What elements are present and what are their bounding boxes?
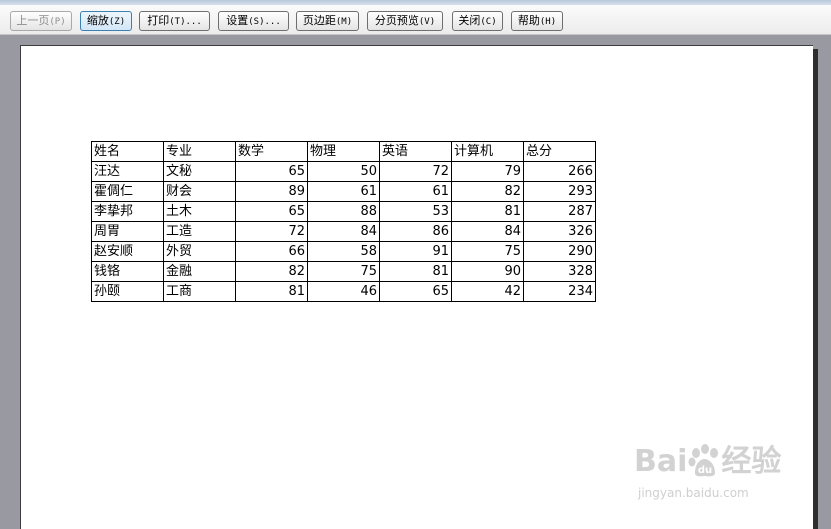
table-cell: 孙颐 (91, 281, 164, 302)
page-shadow (813, 49, 818, 529)
table-cell: 326 (523, 221, 596, 242)
table-row: 赵安顺 外贸 66 58 91 75 290 (91, 241, 596, 262)
table-cell: 72 (235, 221, 308, 242)
help-label: 帮助 (517, 14, 540, 27)
zoom-shortcut: (Z) (108, 17, 126, 27)
watermark-logo-text-left: Bai (634, 444, 688, 479)
table-cell: 金融 (163, 261, 236, 282)
table-cell: 46 (307, 281, 380, 302)
close-button[interactable]: 关闭(C) (452, 11, 503, 31)
table-cell: 84 (307, 221, 380, 242)
table-cell: 61 (307, 181, 380, 202)
table-cell: 81 (451, 201, 524, 222)
setup-button[interactable]: 设置(S)... (218, 11, 289, 31)
table-cell: 66 (235, 241, 308, 262)
close-label: 关闭 (458, 14, 481, 27)
table-cell: 土木 (163, 201, 236, 222)
table-row: 霍倜仁 财会 89 61 61 82 293 (91, 181, 596, 202)
table-cell: 42 (451, 281, 524, 302)
table-cell: 72 (379, 161, 452, 182)
table-cell: 65 (379, 281, 452, 302)
table-cell: 91 (379, 241, 452, 262)
table-cell: 汪达 (91, 161, 164, 182)
setup-label: 设置 (226, 14, 249, 27)
header-cell: 物理 (307, 141, 380, 162)
baidu-jingyan-watermark: Bai du 经验 jingyan.baidu.com (634, 436, 794, 506)
page-break-preview-shortcut: (V) (418, 17, 436, 27)
table-cell: 75 (451, 241, 524, 262)
table-cell: 293 (523, 181, 596, 202)
margins-shortcut: (M) (335, 17, 353, 27)
print-label: 打印 (147, 14, 170, 27)
table-header-row: 姓名 专业 数学 物理 英语 计算机 总分 (91, 141, 596, 162)
watermark-logo: Bai du 经验 (634, 436, 781, 480)
table-cell: 财会 (163, 181, 236, 202)
table-cell: 工造 (163, 221, 236, 242)
close-shortcut: (C) (480, 17, 497, 27)
print-button[interactable]: 打印(T)... (139, 11, 210, 31)
previous-page-label: 上一页 (16, 14, 50, 27)
table-cell: 文秘 (163, 161, 236, 182)
table-cell: 82 (451, 181, 524, 202)
table-cell: 钱铬 (91, 261, 164, 282)
table-cell: 290 (523, 241, 596, 262)
table-row: 孙颐 工商 81 46 65 42 234 (91, 281, 596, 302)
table-cell: 50 (307, 161, 380, 182)
zoom-label: 缩放 (86, 14, 109, 27)
data-table: 姓名 专业 数学 物理 英语 计算机 总分 汪达 文秘 65 50 72 79 … (91, 141, 596, 302)
header-cell: 数学 (235, 141, 308, 162)
table-cell: 75 (307, 261, 380, 282)
table-cell: 61 (379, 181, 452, 202)
table-row: 钱铬 金融 82 75 81 90 328 (91, 261, 596, 282)
table-cell: 81 (379, 261, 452, 282)
margins-button[interactable]: 页边距(M) (296, 11, 359, 31)
previous-page-shortcut: (P) (49, 17, 66, 27)
table-cell: 266 (523, 161, 596, 182)
page-break-preview-button[interactable]: 分页预览(V) (367, 11, 443, 31)
table-cell: 周胃 (91, 221, 164, 242)
previous-page-button[interactable]: 上一页(P) (10, 11, 72, 31)
table-cell: 90 (451, 261, 524, 282)
print-preview-toolbar: 上一页(P) 缩放(Z) 打印(T)... 设置(S)... 页边距(M) 分页… (0, 5, 831, 35)
table-cell: 外贸 (163, 241, 236, 262)
table-cell: 李挚邦 (91, 201, 164, 222)
header-cell: 英语 (379, 141, 452, 162)
table-cell: 赵安顺 (91, 241, 164, 262)
paw-icon: du (687, 443, 721, 477)
watermark-url: jingyan.baidu.com (638, 486, 749, 500)
table-cell: 81 (235, 281, 308, 302)
table-cell: 58 (307, 241, 380, 262)
table-cell: 84 (451, 221, 524, 242)
setup-shortcut: (S)... (248, 17, 281, 27)
table-row: 周胃 工造 72 84 86 84 326 (91, 221, 596, 242)
help-button[interactable]: 帮助(H) (511, 11, 563, 31)
table-cell: 65 (235, 201, 308, 222)
header-cell: 计算机 (451, 141, 524, 162)
table-cell: 霍倜仁 (91, 181, 164, 202)
table-row: 李挚邦 土木 65 88 53 81 287 (91, 201, 596, 222)
svg-text:du: du (698, 465, 712, 476)
print-shortcut: (T)... (169, 17, 202, 27)
margins-label: 页边距 (302, 14, 336, 27)
table-cell: 86 (379, 221, 452, 242)
table-cell: 287 (523, 201, 596, 222)
table-cell: 53 (379, 201, 452, 222)
page-break-preview-label: 分页预览 (374, 14, 419, 27)
table-cell: 79 (451, 161, 524, 182)
table-cell: 工商 (163, 281, 236, 302)
watermark-logo-text-right: 经验 (721, 444, 782, 479)
header-cell: 专业 (163, 141, 236, 162)
table-row: 汪达 文秘 65 50 72 79 266 (91, 161, 596, 182)
header-cell: 总分 (523, 141, 596, 162)
table-cell: 89 (235, 181, 308, 202)
table-cell: 234 (523, 281, 596, 302)
table-cell: 82 (235, 261, 308, 282)
table-cell: 88 (307, 201, 380, 222)
zoom-button[interactable]: 缩放(Z) (80, 11, 132, 31)
help-shortcut: (H) (539, 17, 557, 27)
table-cell: 65 (235, 161, 308, 182)
header-cell: 姓名 (91, 141, 164, 162)
table-cell: 328 (523, 261, 596, 282)
